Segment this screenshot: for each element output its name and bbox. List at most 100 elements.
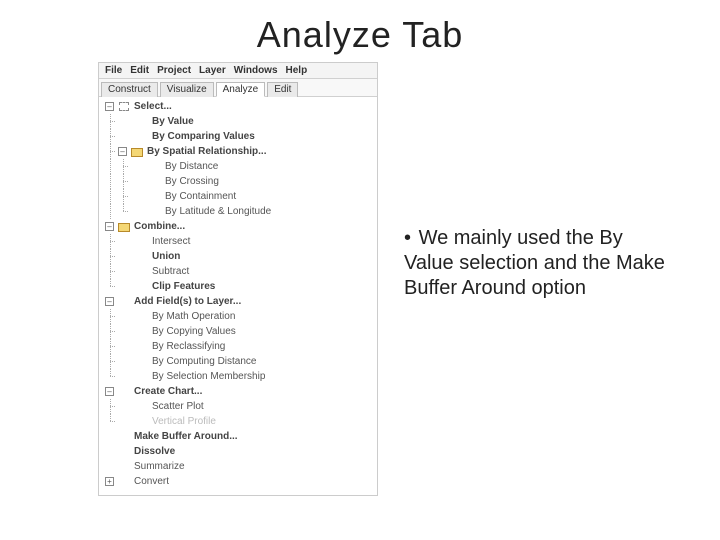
slide-title: Analyze Tab (257, 14, 463, 56)
select-icon (117, 100, 131, 113)
tree-label: Add Field(s) to Layer... (134, 296, 241, 307)
tree-subtract[interactable]: Subtract (105, 264, 377, 279)
convert-icon (117, 475, 131, 488)
dissolve-icon (117, 445, 131, 458)
subtract-icon (135, 265, 149, 278)
tree-label: Intersect (152, 236, 190, 247)
collapse-icon[interactable]: – (118, 147, 127, 156)
tree-select[interactable]: – Select... (105, 99, 377, 114)
table-icon (135, 115, 149, 128)
menu-windows[interactable]: Windows (230, 64, 282, 77)
menubar: File Edit Project Layer Windows Help (99, 63, 377, 79)
scissors-icon (135, 280, 149, 293)
tree-label: By Containment (165, 191, 236, 202)
globe-icon (148, 205, 162, 218)
calculator-icon (135, 310, 149, 323)
expand-icon[interactable]: + (105, 477, 114, 486)
menu-project[interactable]: Project (153, 64, 195, 77)
tree-dissolve[interactable]: Dissolve (105, 444, 377, 459)
tree-math[interactable]: By Math Operation (105, 309, 377, 324)
tree-label: Clip Features (152, 281, 215, 292)
tree-convert[interactable]: + Convert (105, 474, 377, 489)
tree-profile: Vertical Profile (105, 414, 377, 429)
tree-by-latlon[interactable]: By Latitude & Longitude (105, 204, 377, 219)
chart-icon (117, 385, 131, 398)
tree-label: By Crossing (165, 176, 219, 187)
tab-visualize[interactable]: Visualize (160, 82, 214, 97)
buffer-icon (117, 430, 131, 443)
app-panel: File Edit Project Layer Windows Help Con… (98, 62, 378, 496)
distance-icon (135, 355, 149, 368)
crossing-icon (148, 175, 162, 188)
tree-by-comparing[interactable]: By Comparing Values (105, 129, 377, 144)
menu-layer[interactable]: Layer (195, 64, 230, 77)
tree-spatial[interactable]: – By Spatial Relationship... (105, 144, 377, 159)
containment-icon (148, 190, 162, 203)
tree-label: By Math Operation (152, 311, 235, 322)
tree-label: Select... (134, 101, 172, 112)
tree-label: Combine... (134, 221, 185, 232)
profile-icon (135, 415, 149, 428)
tree-by-value[interactable]: By Value (105, 114, 377, 129)
tree-label: Create Chart... (134, 386, 202, 397)
menu-file[interactable]: File (101, 64, 126, 77)
tab-construct[interactable]: Construct (101, 82, 158, 97)
bullet-icon: • (404, 226, 411, 251)
tree-reclass[interactable]: By Reclassifying (105, 339, 377, 354)
tree-by-crossing[interactable]: By Crossing (105, 174, 377, 189)
intersect-icon (135, 235, 149, 248)
tree-label: By Copying Values (152, 326, 236, 337)
tree-label: Vertical Profile (152, 416, 216, 427)
tree-label: By Latitude & Longitude (165, 206, 271, 217)
menu-edit[interactable]: Edit (126, 64, 153, 77)
tree-label: Dissolve (134, 446, 175, 457)
tree-label: By Reclassifying (152, 341, 225, 352)
tree-clip[interactable]: Clip Features (105, 279, 377, 294)
slide-bullet-text: We mainly used the By Value selection an… (404, 227, 665, 299)
tree-compdist[interactable]: By Computing Distance (105, 354, 377, 369)
collapse-icon[interactable]: – (105, 387, 114, 396)
layer-icon (117, 295, 131, 308)
collapse-icon[interactable]: – (105, 222, 114, 231)
tree-label: Summarize (134, 461, 185, 472)
folder-icon (130, 145, 144, 158)
menu-help[interactable]: Help (282, 64, 312, 77)
tab-analyze[interactable]: Analyze (216, 82, 266, 97)
folder-icon (117, 220, 131, 233)
tree-by-containment[interactable]: By Containment (105, 189, 377, 204)
tree-label: By Spatial Relationship... (147, 146, 266, 157)
reclassify-icon (135, 340, 149, 353)
tree-label: By Selection Membership (152, 371, 265, 382)
tree-label: Make Buffer Around... (134, 431, 238, 442)
tree-label: Scatter Plot (152, 401, 204, 412)
collapse-icon[interactable]: – (105, 297, 114, 306)
tree-label: By Value (152, 116, 194, 127)
tree-label: Convert (134, 476, 169, 487)
tabbar: Construct Visualize Analyze Edit (99, 79, 377, 97)
tree-chart[interactable]: – Create Chart... (105, 384, 377, 399)
tree-label: Subtract (152, 266, 189, 277)
scatter-icon (135, 400, 149, 413)
copy-icon (135, 325, 149, 338)
union-icon (135, 250, 149, 263)
tree-summarize[interactable]: Summarize (105, 459, 377, 474)
tree-scatter[interactable]: Scatter Plot (105, 399, 377, 414)
tree-by-distance[interactable]: By Distance (105, 159, 377, 174)
slide-bullet: • We mainly used the By Value selection … (404, 226, 676, 301)
tree-intersect[interactable]: Intersect (105, 234, 377, 249)
selection-icon (135, 370, 149, 383)
tree-buffer[interactable]: Make Buffer Around... (105, 429, 377, 444)
tree-label: By Distance (165, 161, 218, 172)
tree-label: By Computing Distance (152, 356, 257, 367)
tree-selmember[interactable]: By Selection Membership (105, 369, 377, 384)
tree-copy[interactable]: By Copying Values (105, 324, 377, 339)
tab-edit[interactable]: Edit (267, 82, 298, 97)
tree-addfields[interactable]: – Add Field(s) to Layer... (105, 294, 377, 309)
compare-icon (135, 130, 149, 143)
collapse-icon[interactable]: – (105, 102, 114, 111)
tree-label: Union (152, 251, 180, 262)
tree-label: By Comparing Values (152, 131, 255, 142)
analyze-tree: – Select... By Value By Comparing Values… (99, 97, 377, 495)
tree-union[interactable]: Union (105, 249, 377, 264)
tree-combine[interactable]: – Combine... (105, 219, 377, 234)
